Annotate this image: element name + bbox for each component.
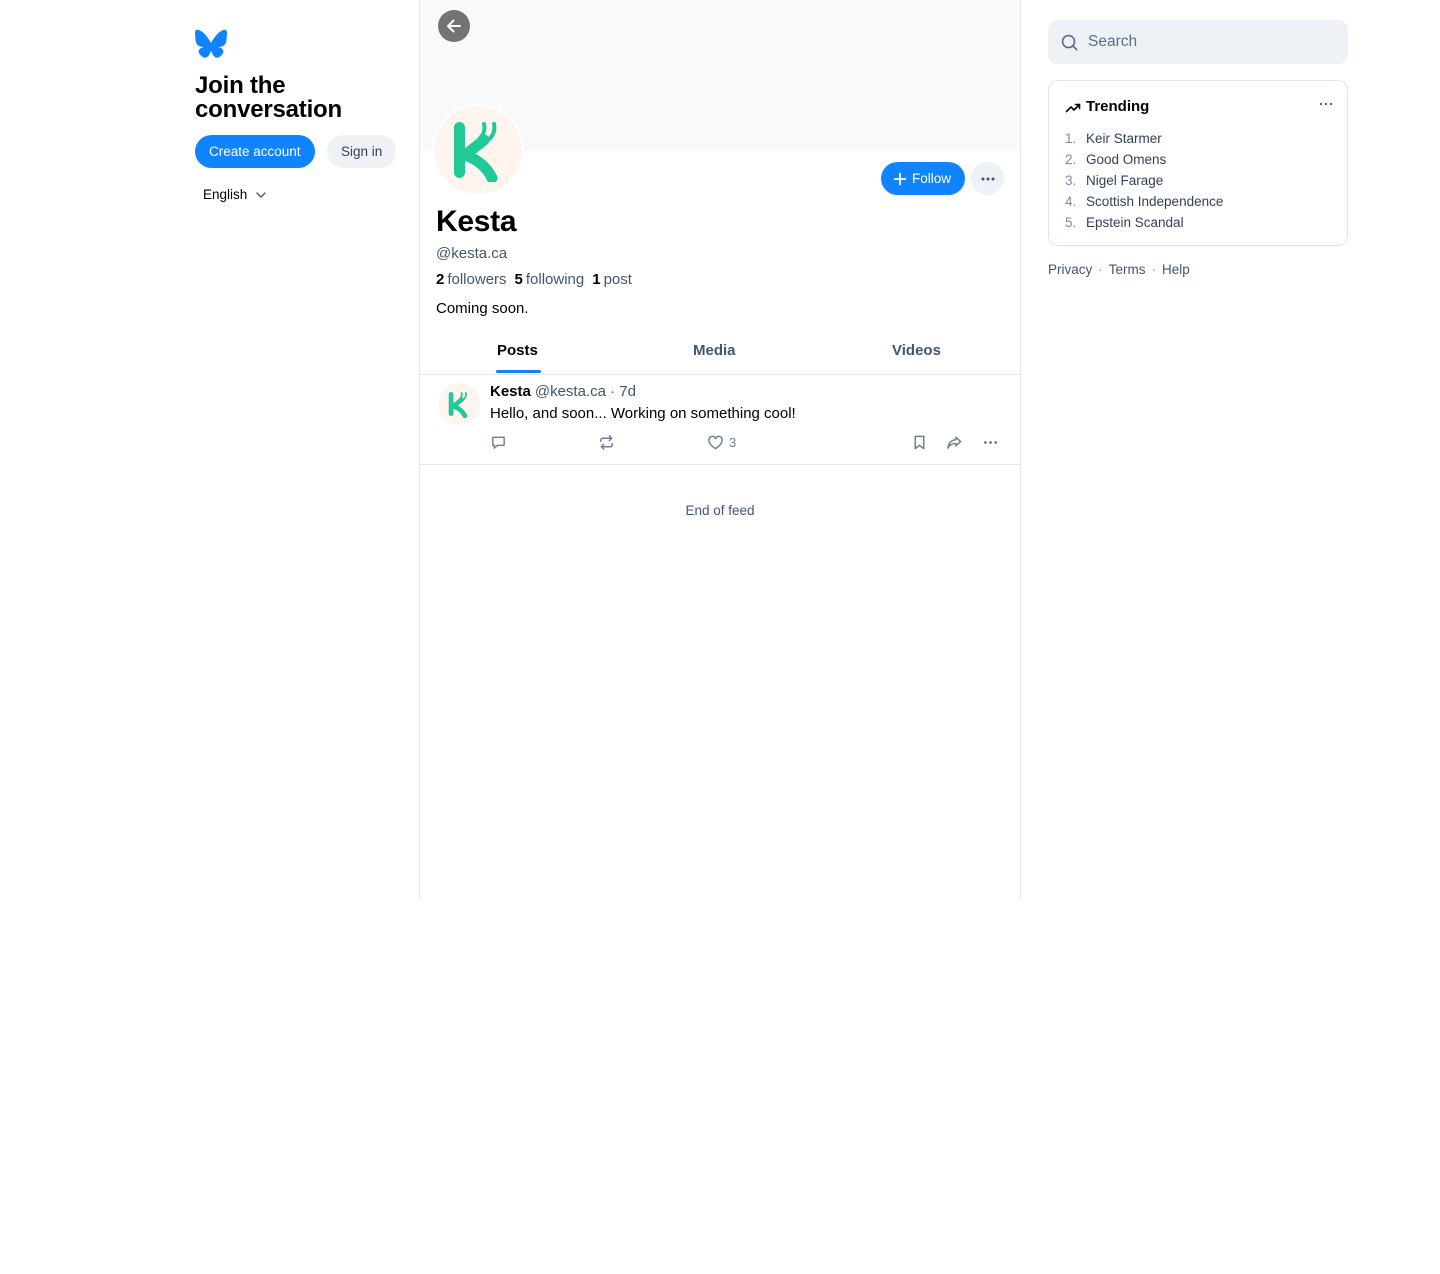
posts-label: post	[603, 271, 632, 288]
trending-rank: 1.	[1065, 131, 1077, 146]
footer-links: Privacy · Terms · Help	[1048, 262, 1190, 277]
profile-tabs: Posts Media Videos	[420, 333, 1020, 375]
search-icon	[1061, 34, 1078, 50]
post-time[interactable]: 7d	[619, 383, 636, 400]
trending-arrow-icon	[1065, 103, 1081, 112]
profile-more-button[interactable]	[971, 162, 1004, 195]
profile-main: Follow Kesta @kesta.ca 2 followers 5 follo…	[419, 0, 1021, 900]
follow-label: Follow	[912, 171, 952, 186]
followers-label: followers	[447, 271, 507, 288]
share-icon	[947, 436, 962, 449]
active-tab-indicator	[496, 370, 541, 373]
trending-item[interactable]: 5. Epstein Scandal	[1065, 212, 1223, 233]
post-handle[interactable]: @kesta.ca	[535, 383, 606, 400]
post-meta: Kesta @kesta.ca · 7d	[490, 383, 636, 400]
repost-button[interactable]	[598, 433, 615, 451]
butterfly-logo-icon[interactable]	[195, 29, 227, 59]
trending-header: Trending	[1065, 98, 1149, 115]
footer-separator: ·	[1098, 262, 1103, 277]
trending-label: Scottish Independence	[1086, 194, 1224, 209]
trending-list: 1. Keir Starmer 2. Good Omens 3. Nigel Fara…	[1065, 128, 1223, 233]
footer-separator: ·	[1151, 262, 1157, 277]
profile-avatar[interactable]	[432, 104, 524, 196]
create-account-button[interactable]: Create account	[195, 135, 315, 168]
posts-count: 1	[592, 271, 601, 288]
post-avatar[interactable]	[438, 383, 480, 425]
heart-icon	[708, 435, 723, 449]
following-link[interactable]: 5 following	[515, 271, 585, 288]
tab-posts[interactable]: Posts	[497, 342, 538, 359]
language-label: English	[203, 187, 248, 202]
kesta-logo-icon	[448, 392, 468, 418]
following-count: 5	[514, 271, 523, 288]
trending-rank: 2.	[1065, 152, 1077, 167]
post-author[interactable]: Kesta	[490, 383, 531, 400]
kesta-logo-icon	[454, 122, 498, 182]
search-input[interactable]	[1088, 33, 1328, 51]
trending-item[interactable]: 3. Nigel Farage	[1065, 170, 1223, 191]
arrow-left-icon	[447, 19, 461, 33]
ellipsis-icon	[981, 177, 994, 180]
trending-label: Nigel Farage	[1086, 173, 1164, 188]
language-select[interactable]: English	[203, 187, 267, 202]
ellipsis-icon	[983, 440, 998, 444]
trending-label: Keir Starmer	[1086, 131, 1162, 146]
help-link[interactable]: Help	[1162, 262, 1190, 277]
back-button[interactable]	[438, 10, 470, 42]
followers-count: 2	[436, 271, 445, 288]
profile-display-name: Kesta	[436, 205, 517, 238]
plus-icon	[893, 172, 907, 185]
post-more-button[interactable]	[982, 433, 999, 451]
feed-post[interactable]: Kesta @kesta.ca · 7d Hello, and soon... W…	[420, 375, 1020, 465]
trending-rank: 5.	[1065, 215, 1077, 230]
bookmark-button[interactable]	[911, 433, 928, 451]
end-of-feed: End of feed	[685, 503, 755, 518]
tab-videos[interactable]: Videos	[892, 342, 941, 359]
join-title: Join the conversation	[195, 72, 342, 123]
chevron-down-icon	[256, 191, 266, 198]
trending-title: Trending	[1086, 98, 1150, 115]
search-box[interactable]	[1048, 20, 1348, 64]
trending-card: Trending 1. Keir Starmer 2. Good Omens 3. N…	[1048, 80, 1348, 246]
privacy-link[interactable]: Privacy	[1048, 262, 1092, 277]
reply-icon	[492, 436, 505, 449]
post-text: Hello, and soon... Working on something …	[490, 405, 796, 422]
followers-link[interactable]: 2 followers	[436, 271, 507, 288]
posts-stat: 1 post	[592, 271, 632, 288]
reply-button[interactable]	[490, 433, 507, 451]
bookmark-icon	[914, 435, 925, 449]
follow-button[interactable]: Follow	[881, 162, 966, 195]
tab-media[interactable]: Media	[693, 342, 736, 359]
share-button[interactable]	[946, 433, 963, 451]
terms-link[interactable]: Terms	[1109, 262, 1146, 277]
sign-in-button[interactable]: Sign in	[327, 135, 397, 168]
ellipsis-icon[interactable]	[1317, 97, 1335, 111]
like-button[interactable]: 3	[707, 433, 736, 451]
post-separator: ·	[610, 383, 616, 400]
trending-rank: 3.	[1065, 173, 1077, 188]
trending-item[interactable]: 2. Good Omens	[1065, 149, 1223, 170]
profile-handle: @kesta.ca	[436, 245, 508, 262]
trending-item[interactable]: 1. Keir Starmer	[1065, 128, 1223, 149]
profile-stats: 2 followers 5 following 1 post	[436, 271, 632, 288]
profile-bio: Coming soon.	[436, 300, 529, 317]
trending-item[interactable]: 4. Scottish Independence	[1065, 191, 1223, 212]
following-label: following	[525, 271, 585, 288]
repost-icon	[600, 434, 613, 450]
trending-label: Epstein Scandal	[1086, 215, 1184, 230]
trending-rank: 4.	[1065, 194, 1077, 209]
trending-label: Good Omens	[1086, 152, 1167, 167]
like-count: 3	[729, 434, 737, 450]
